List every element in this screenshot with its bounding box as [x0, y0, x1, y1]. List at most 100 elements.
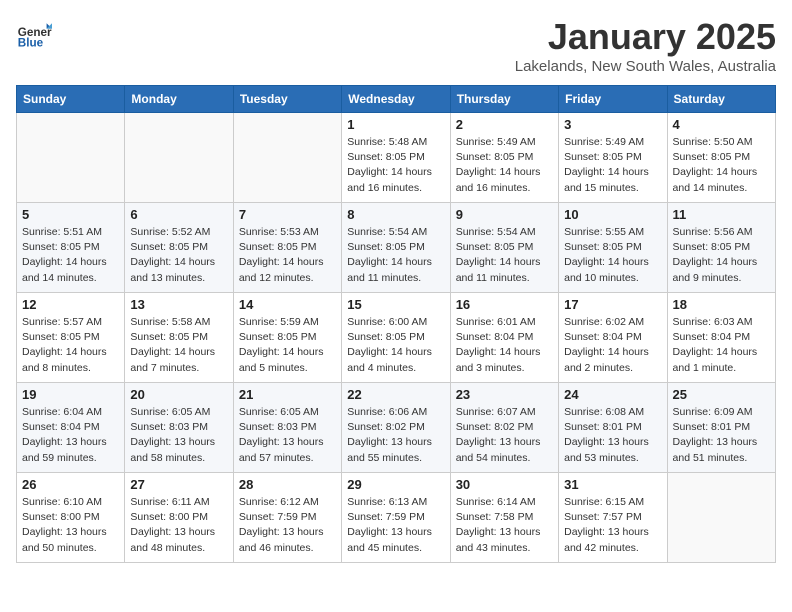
day-number: 19 [22, 387, 119, 402]
header: General Blue General Blue January 2025 L… [16, 16, 776, 75]
day-number: 28 [239, 477, 336, 492]
day-number: 9 [456, 207, 553, 222]
day-number: 31 [564, 477, 661, 492]
svg-text:Blue: Blue [18, 37, 44, 50]
day-detail: Sunrise: 6:06 AMSunset: 8:02 PMDaylight:… [347, 405, 444, 466]
day-detail: Sunrise: 6:11 AMSunset: 8:00 PMDaylight:… [130, 495, 227, 556]
day-detail: Sunrise: 6:13 AMSunset: 7:59 PMDaylight:… [347, 495, 444, 556]
calendar-cell: 16Sunrise: 6:01 AMSunset: 8:04 PMDayligh… [450, 293, 558, 383]
day-number: 21 [239, 387, 336, 402]
calendar-week-row: 5 Sunrise: 5:51 AMSunset: 8:05 PMDaylight… [17, 203, 776, 293]
day-detail: Sunrise: 5:54 AMSunset: 8:05 PMDaylight:… [456, 225, 553, 286]
day-detail: Sunrise: 6:05 AMSunset: 8:03 PMDaylight:… [239, 405, 336, 466]
day-detail: Sunrise: 6:03 AMSunset: 8:04 PMDaylight:… [673, 315, 770, 376]
calendar-cell: 23 Sunrise: 6:07 AMSunset: 8:02 PMDayligh… [450, 383, 558, 473]
calendar-cell: 14Sunrise: 5:59 AMSunset: 8:05 PMDayligh… [233, 293, 341, 383]
calendar-cell: 7 Sunrise: 5:53 AMSunset: 8:05 PMDaylight… [233, 203, 341, 293]
logo-icon: General Blue [16, 16, 52, 52]
calendar-cell: 31 Sunrise: 6:15 AMSunset: 7:57 PMDayligh… [559, 473, 667, 563]
day-detail: Sunrise: 6:05 AMSunset: 8:03 PMDaylight:… [130, 405, 227, 466]
day-number: 17 [564, 297, 661, 312]
day-number: 24 [564, 387, 661, 402]
location-title: Lakelands, New South Wales, Australia [515, 58, 776, 75]
calendar-cell: 13Sunrise: 5:58 AMSunset: 8:05 PMDayligh… [125, 293, 233, 383]
calendar-table: SundayMondayTuesdayWednesdayThursdayFrid… [16, 85, 776, 563]
logo: General Blue General Blue [16, 16, 52, 52]
title-area: January 2025 Lakelands, New South Wales,… [515, 16, 776, 75]
calendar-week-row: 12 Sunrise: 5:57 AMSunset: 8:05 PMDayligh… [17, 293, 776, 383]
calendar-cell: 3Sunrise: 5:49 AMSunset: 8:05 PMDaylight… [559, 113, 667, 203]
day-number: 13 [130, 297, 227, 312]
day-detail: Sunrise: 5:51 AMSunset: 8:05 PMDaylight:… [22, 225, 119, 286]
calendar-cell: 27Sunrise: 6:11 AMSunset: 8:00 PMDayligh… [125, 473, 233, 563]
calendar-cell: 8 Sunrise: 5:54 AMSunset: 8:05 PMDaylight… [342, 203, 450, 293]
day-detail: Sunrise: 6:00 AMSunset: 8:05 PMDaylight:… [347, 315, 444, 376]
calendar-cell: 4 Sunrise: 5:50 AMSunset: 8:05 PMDaylight… [667, 113, 775, 203]
day-detail: Sunrise: 5:55 AMSunset: 8:05 PMDaylight:… [564, 225, 661, 286]
day-number: 11 [673, 207, 770, 222]
day-detail: Sunrise: 6:15 AMSunset: 7:57 PMDaylight:… [564, 495, 661, 556]
day-number: 7 [239, 207, 336, 222]
day-number: 5 [22, 207, 119, 222]
day-detail: Sunrise: 6:12 AMSunset: 7:59 PMDaylight:… [239, 495, 336, 556]
calendar-cell: 11 Sunrise: 5:56 AMSunset: 8:05 PMDayligh… [667, 203, 775, 293]
day-detail: Sunrise: 5:52 AMSunset: 8:05 PMDaylight:… [130, 225, 227, 286]
day-number: 30 [456, 477, 553, 492]
calendar-cell: 21 Sunrise: 6:05 AMSunset: 8:03 PMDayligh… [233, 383, 341, 473]
day-detail: Sunrise: 6:09 AMSunset: 8:01 PMDaylight:… [673, 405, 770, 466]
day-detail: Sunrise: 5:57 AMSunset: 8:05 PMDaylight:… [22, 315, 119, 376]
day-number: 18 [673, 297, 770, 312]
day-number: 15 [347, 297, 444, 312]
calendar-cell: 1Sunrise: 5:48 AMSunset: 8:05 PMDaylight… [342, 113, 450, 203]
calendar-cell: 29 Sunrise: 6:13 AMSunset: 7:59 PMDayligh… [342, 473, 450, 563]
day-detail: Sunrise: 5:50 AMSunset: 8:05 PMDaylight:… [673, 135, 770, 196]
calendar-cell [125, 113, 233, 203]
calendar-cell: 18 Sunrise: 6:03 AMSunset: 8:04 PMDayligh… [667, 293, 775, 383]
day-number: 20 [130, 387, 227, 402]
day-detail: Sunrise: 5:53 AMSunset: 8:05 PMDaylight:… [239, 225, 336, 286]
calendar-cell: 6 Sunrise: 5:52 AMSunset: 8:05 PMDaylight… [125, 203, 233, 293]
day-header-friday: Friday [559, 86, 667, 113]
day-detail: Sunrise: 6:08 AMSunset: 8:01 PMDaylight:… [564, 405, 661, 466]
calendar-week-row: 1Sunrise: 5:48 AMSunset: 8:05 PMDaylight… [17, 113, 776, 203]
day-number: 29 [347, 477, 444, 492]
calendar-cell: 20 Sunrise: 6:05 AMSunset: 8:03 PMDayligh… [125, 383, 233, 473]
calendar-cell: 12 Sunrise: 5:57 AMSunset: 8:05 PMDayligh… [17, 293, 125, 383]
day-header-saturday: Saturday [667, 86, 775, 113]
calendar-header-row: SundayMondayTuesdayWednesdayThursdayFrid… [17, 86, 776, 113]
day-number: 8 [347, 207, 444, 222]
day-number: 3 [564, 117, 661, 132]
day-number: 23 [456, 387, 553, 402]
day-header-monday: Monday [125, 86, 233, 113]
day-detail: Sunrise: 6:01 AMSunset: 8:04 PMDaylight:… [456, 315, 553, 376]
calendar-cell: 30 Sunrise: 6:14 AMSunset: 7:58 PMDayligh… [450, 473, 558, 563]
day-detail: Sunrise: 5:54 AMSunset: 8:05 PMDaylight:… [347, 225, 444, 286]
day-detail: Sunrise: 6:02 AMSunset: 8:04 PMDaylight:… [564, 315, 661, 376]
calendar-cell: 15 Sunrise: 6:00 AMSunset: 8:05 PMDayligh… [342, 293, 450, 383]
day-detail: Sunrise: 5:49 AMSunset: 8:05 PMDaylight:… [456, 135, 553, 196]
calendar-cell: 17 Sunrise: 6:02 AMSunset: 8:04 PMDayligh… [559, 293, 667, 383]
day-detail: Sunrise: 6:10 AMSunset: 8:00 PMDaylight:… [22, 495, 119, 556]
day-detail: Sunrise: 6:14 AMSunset: 7:58 PMDaylight:… [456, 495, 553, 556]
calendar-cell: 22Sunrise: 6:06 AMSunset: 8:02 PMDayligh… [342, 383, 450, 473]
calendar-week-row: 26 Sunrise: 6:10 AMSunset: 8:00 PMDayligh… [17, 473, 776, 563]
day-number: 2 [456, 117, 553, 132]
calendar-cell: 24 Sunrise: 6:08 AMSunset: 8:01 PMDayligh… [559, 383, 667, 473]
calendar-cell: 26 Sunrise: 6:10 AMSunset: 8:00 PMDayligh… [17, 473, 125, 563]
calendar-cell [233, 113, 341, 203]
day-number: 6 [130, 207, 227, 222]
calendar-cell [17, 113, 125, 203]
calendar-cell: 25 Sunrise: 6:09 AMSunset: 8:01 PMDayligh… [667, 383, 775, 473]
day-number: 26 [22, 477, 119, 492]
day-detail: Sunrise: 5:48 AMSunset: 8:05 PMDaylight:… [347, 135, 444, 196]
month-title: January 2025 [515, 16, 776, 58]
day-number: 25 [673, 387, 770, 402]
calendar-cell: 9 Sunrise: 5:54 AMSunset: 8:05 PMDaylight… [450, 203, 558, 293]
day-number: 4 [673, 117, 770, 132]
calendar-cell: 28 Sunrise: 6:12 AMSunset: 7:59 PMDayligh… [233, 473, 341, 563]
day-detail: Sunrise: 5:59 AMSunset: 8:05 PMDaylight:… [239, 315, 336, 376]
day-header-thursday: Thursday [450, 86, 558, 113]
day-detail: Sunrise: 6:07 AMSunset: 8:02 PMDaylight:… [456, 405, 553, 466]
day-detail: Sunrise: 5:56 AMSunset: 8:05 PMDaylight:… [673, 225, 770, 286]
day-number: 12 [22, 297, 119, 312]
